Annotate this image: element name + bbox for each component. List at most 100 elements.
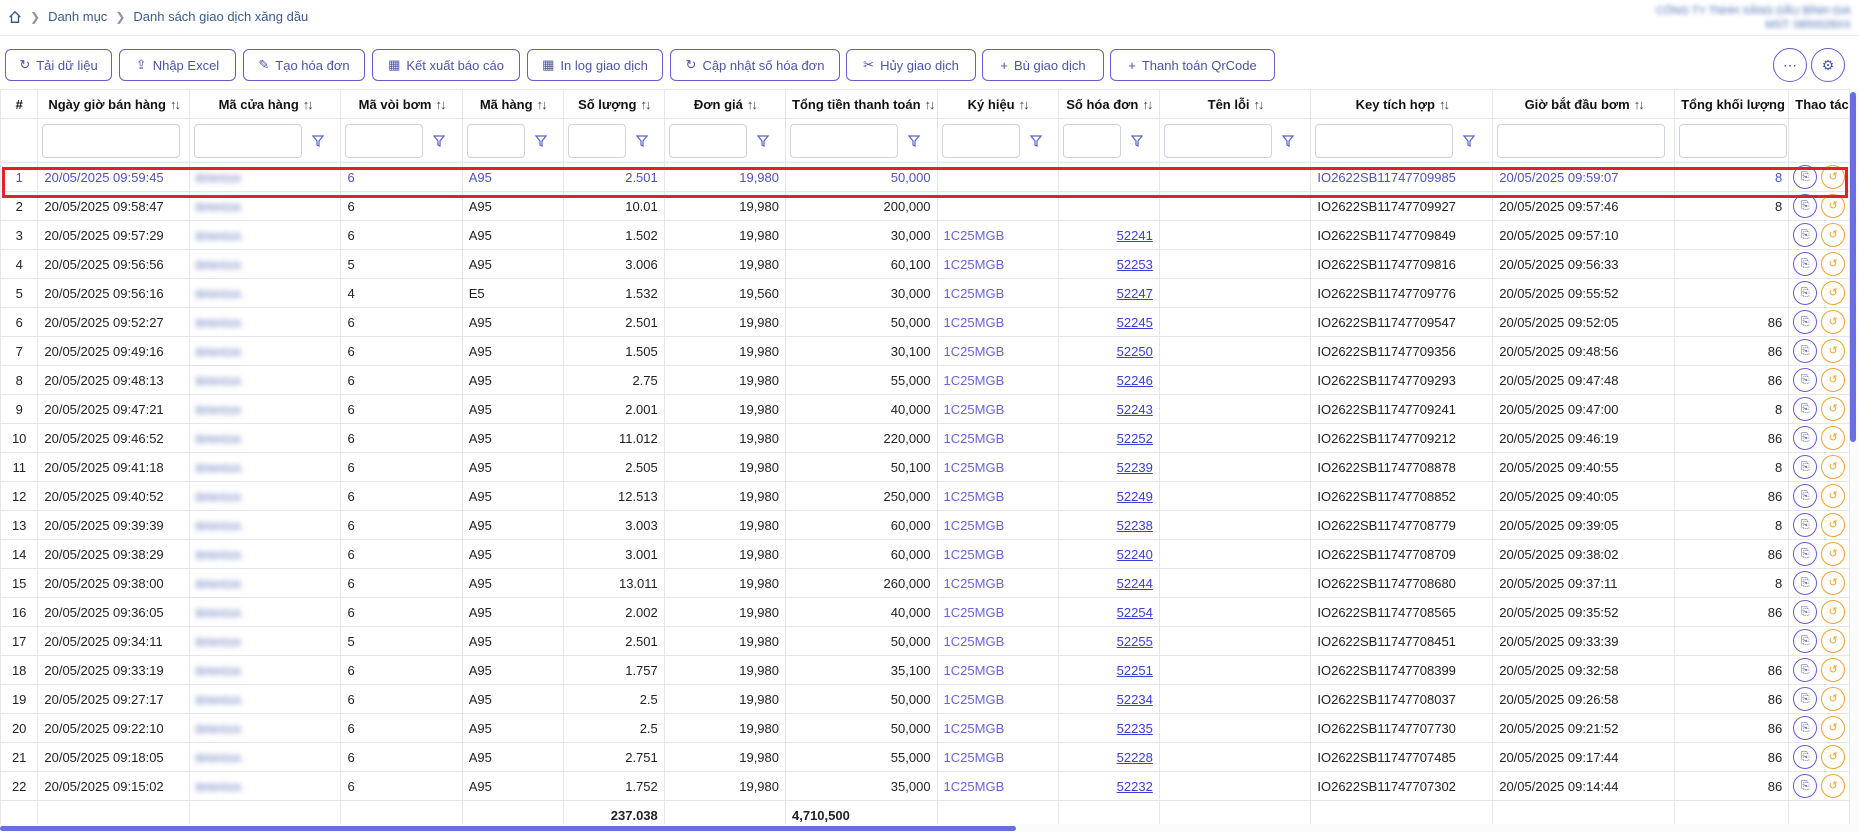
undo-icon[interactable]: ↺ bbox=[1821, 571, 1846, 595]
col-header-unit-price[interactable]: Đơn giá ↑↓ bbox=[663, 89, 787, 119]
invoice-link[interactable]: 52228 bbox=[1117, 750, 1153, 765]
invoice-link[interactable]: 52235 bbox=[1117, 721, 1153, 736]
filter-unit-price-input[interactable] bbox=[668, 123, 747, 158]
view-document-icon[interactable]: ⎘ bbox=[1793, 310, 1818, 334]
invoice-link[interactable]: 52250 bbox=[1117, 344, 1153, 359]
col-header-pump-start-time[interactable]: Giờ bắt đầu bơm ↑↓ bbox=[1492, 89, 1676, 119]
col-header-error-name[interactable]: Tên lỗi ↑↓ bbox=[1158, 89, 1312, 119]
qrcode-payment-button[interactable]: + Thanh toán QrCode bbox=[1110, 49, 1275, 81]
sort-icon[interactable]: ↑↓ bbox=[435, 97, 446, 112]
filter-store-code-input[interactable] bbox=[193, 123, 302, 158]
table-row[interactable]: 5 20/05/2025 09:56:16 BINHGIA 4 E5 1.532 19,56… bbox=[0, 278, 1850, 308]
export-report-button[interactable]: ▦ Kết xuất báo cáo bbox=[372, 49, 520, 81]
view-document-icon[interactable]: ⎘ bbox=[1793, 774, 1818, 798]
horizontal-scrollbar[interactable] bbox=[0, 826, 1016, 831]
table-row[interactable]: 10 20/05/2025 09:46:52 BINHGIA 6 A95 11.012 19… bbox=[0, 423, 1850, 453]
view-document-icon[interactable]: ⎘ bbox=[1793, 745, 1818, 769]
home-icon[interactable] bbox=[8, 10, 22, 24]
filter-icon[interactable] bbox=[908, 134, 920, 147]
undo-icon[interactable]: ↺ bbox=[1821, 281, 1846, 305]
view-document-icon[interactable]: ⎘ bbox=[1793, 252, 1818, 276]
breadcrumb-item-catalog[interactable]: Danh mục bbox=[48, 9, 107, 24]
settings-button[interactable]: ⚙ bbox=[1811, 48, 1845, 82]
invoice-link[interactable]: 52238 bbox=[1117, 518, 1153, 533]
invoice-link[interactable]: 52232 bbox=[1117, 779, 1153, 794]
sort-icon[interactable]: ↑↓ bbox=[640, 97, 651, 112]
undo-icon[interactable]: ↺ bbox=[1821, 194, 1846, 218]
undo-icon[interactable]: ↺ bbox=[1821, 252, 1846, 276]
col-header-integration-key[interactable]: Key tích hợp ↑↓ bbox=[1310, 89, 1494, 119]
filter-icon[interactable] bbox=[1029, 134, 1042, 147]
undo-icon[interactable]: ↺ bbox=[1821, 600, 1846, 624]
undo-icon[interactable]: ↺ bbox=[1821, 774, 1846, 798]
table-row[interactable]: 1 20/05/2025 09:59:45 BINHGIA 6 A95 2.501 19,9… bbox=[0, 162, 1850, 192]
invoice-link[interactable]: 52245 bbox=[1117, 315, 1153, 330]
invoice-link[interactable]: 52234 bbox=[1117, 692, 1153, 707]
more-options-button[interactable]: ⋯ bbox=[1773, 48, 1807, 82]
undo-icon[interactable]: ↺ bbox=[1821, 223, 1846, 247]
undo-icon[interactable]: ↺ bbox=[1821, 687, 1846, 711]
undo-icon[interactable]: ↺ bbox=[1821, 484, 1846, 508]
sort-icon[interactable]: ↑↓ bbox=[1254, 97, 1265, 112]
sort-icon[interactable]: ↑↓ bbox=[303, 97, 314, 112]
view-document-icon[interactable]: ⎘ bbox=[1793, 484, 1818, 508]
view-document-icon[interactable]: ⎘ bbox=[1793, 368, 1818, 392]
table-row[interactable]: 9 20/05/2025 09:47:21 BINHGIA 6 A95 2.001 19,9… bbox=[0, 394, 1850, 424]
filter-quantity-input[interactable] bbox=[567, 123, 626, 158]
table-row[interactable]: 4 20/05/2025 09:56:56 BINHGIA 5 A95 3.006 19,9… bbox=[0, 249, 1850, 279]
view-document-icon[interactable]: ⎘ bbox=[1793, 426, 1818, 450]
print-log-button[interactable]: ▦ In log giao dịch bbox=[527, 49, 663, 81]
invoice-link[interactable]: 52252 bbox=[1117, 431, 1153, 446]
filter-integration-key-input[interactable] bbox=[1315, 123, 1454, 158]
table-row[interactable]: 14 20/05/2025 09:38:29 BINHGIA 6 A95 3.001 19,… bbox=[0, 539, 1850, 569]
filter-total-amount-input[interactable] bbox=[790, 123, 898, 158]
filter-item-code-input[interactable] bbox=[466, 123, 525, 158]
table-row[interactable]: 6 20/05/2025 09:52:27 BINHGIA 6 A95 2.501 19,9… bbox=[0, 307, 1850, 337]
col-header-total-volume[interactable]: Tổng khối lượng đ bbox=[1674, 89, 1790, 119]
undo-icon[interactable]: ↺ bbox=[1821, 310, 1846, 334]
vertical-scrollbar[interactable] bbox=[1850, 92, 1856, 442]
undo-icon[interactable]: ↺ bbox=[1821, 716, 1846, 740]
view-document-icon[interactable]: ⎘ bbox=[1793, 687, 1818, 711]
undo-icon[interactable]: ↺ bbox=[1821, 165, 1846, 189]
table-row[interactable]: 11 20/05/2025 09:41:18 BINHGIA 6 A95 2.505 19,… bbox=[0, 452, 1850, 482]
undo-icon[interactable]: ↺ bbox=[1821, 542, 1846, 566]
sort-icon[interactable]: ↑↓ bbox=[1142, 97, 1153, 112]
view-document-icon[interactable]: ⎘ bbox=[1793, 281, 1818, 305]
invoice-link[interactable]: 52246 bbox=[1117, 373, 1153, 388]
table-row[interactable]: 8 20/05/2025 09:48:13 BINHGIA 6 A95 2.75 19,98… bbox=[0, 365, 1850, 395]
col-header-store-code[interactable]: Mã cửa hàng ↑↓ bbox=[188, 89, 342, 119]
col-header-item-code[interactable]: Mã hàng ↑↓ bbox=[461, 89, 564, 119]
view-document-icon[interactable]: ⎘ bbox=[1793, 542, 1818, 566]
table-row[interactable]: 13 20/05/2025 09:39:39 BINHGIA 6 A95 3.003 19,… bbox=[0, 510, 1850, 540]
filter-pump-start-time-input[interactable] bbox=[1497, 123, 1666, 158]
sort-icon[interactable]: ↑↓ bbox=[747, 97, 758, 112]
update-invoice-number-button[interactable]: ↻ Cập nhật số hóa đơn bbox=[670, 49, 840, 81]
undo-icon[interactable]: ↺ bbox=[1821, 397, 1846, 421]
table-row[interactable]: 22 20/05/2025 09:15:02 BINHGIA 6 A95 1.752 19,… bbox=[0, 771, 1850, 801]
undo-icon[interactable]: ↺ bbox=[1821, 455, 1846, 479]
invoice-link[interactable]: 52254 bbox=[1117, 605, 1153, 620]
filter-icon[interactable] bbox=[1281, 134, 1294, 147]
filter-icon[interactable] bbox=[311, 134, 324, 147]
invoice-link[interactable]: 52253 bbox=[1117, 257, 1153, 272]
sort-icon[interactable]: ↑↓ bbox=[1019, 97, 1030, 112]
table-row[interactable]: 20 20/05/2025 09:22:10 BINHGIA 6 A95 2.5 19,98… bbox=[0, 713, 1850, 743]
undo-icon[interactable]: ↺ bbox=[1821, 658, 1846, 682]
filter-sale-time-input[interactable] bbox=[42, 123, 181, 158]
table-row[interactable]: 7 20/05/2025 09:49:16 BINHGIA 6 A95 1.505 19,9… bbox=[0, 336, 1850, 366]
filter-icon[interactable] bbox=[534, 134, 547, 147]
view-document-icon[interactable]: ⎘ bbox=[1793, 600, 1818, 624]
invoice-link[interactable]: 52255 bbox=[1117, 634, 1153, 649]
col-header-total-amount[interactable]: Tổng tiền thanh toán ↑↓ bbox=[785, 89, 938, 119]
filter-icon[interactable] bbox=[635, 134, 648, 147]
view-document-icon[interactable]: ⎘ bbox=[1793, 194, 1818, 218]
col-header-sale-time[interactable]: Ngày giờ bán hàng ↑↓ bbox=[37, 89, 190, 119]
table-row[interactable]: 17 20/05/2025 09:34:11 BINHGIA 5 A95 2.501 19,… bbox=[0, 626, 1850, 656]
sort-icon[interactable]: ↑↓ bbox=[1439, 97, 1450, 112]
compensate-transaction-button[interactable]: + Bù giao dịch bbox=[982, 49, 1104, 81]
filter-symbol-input[interactable] bbox=[941, 123, 1020, 158]
import-excel-button[interactable]: ⇪ Nhập Excel bbox=[119, 49, 236, 81]
table-row[interactable]: 19 20/05/2025 09:27:17 BINHGIA 6 A95 2.5 19,98… bbox=[0, 684, 1850, 714]
undo-icon[interactable]: ↺ bbox=[1821, 426, 1846, 450]
